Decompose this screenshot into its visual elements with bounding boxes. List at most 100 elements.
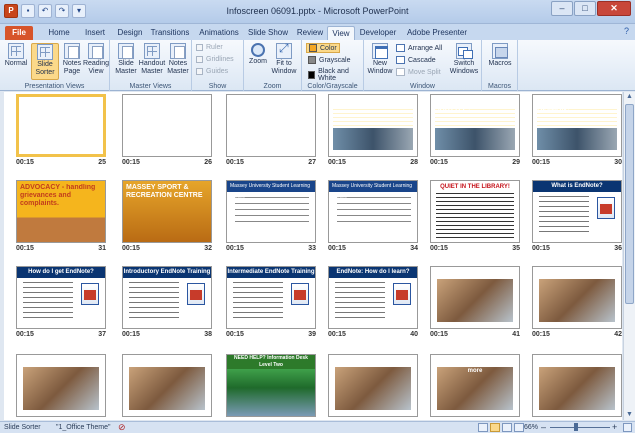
close-button[interactable]: ✕ (597, 1, 631, 16)
group-label: Show (208, 83, 227, 90)
arrange-all-button[interactable]: Arrange All (396, 44, 442, 52)
new-window-button[interactable]: New Window (366, 43, 394, 76)
slide-thumbnail[interactable]: Landing, Level One 00:15 41 (430, 266, 520, 340)
slide-timing: 00:15 (532, 159, 550, 166)
tab-design[interactable]: Design (114, 26, 146, 40)
slide-title: Massey University Student Learning Centr… (329, 181, 417, 200)
zoom-slider[interactable] (550, 427, 610, 428)
view-shortcuts (478, 423, 524, 432)
slide-thumbnail[interactable]: How do I get EndNote? 00:15 37 (16, 266, 106, 340)
zoom-button[interactable]: Zoom (244, 43, 272, 66)
slide-sorter-pane[interactable]: Information Commons Service Library 00:15… (4, 92, 622, 420)
tab-review[interactable]: Review (294, 26, 326, 40)
tab-developer[interactable]: Developer (358, 26, 398, 40)
grayscale-option[interactable]: Grayscale (306, 56, 353, 64)
cascade-button[interactable]: Cascade (396, 56, 436, 64)
tab-animations[interactable]: Animations (196, 26, 242, 40)
slide-title: What is EndNote? (533, 181, 621, 192)
slide-thumbnail[interactable]: New Zealand & Pacific Collections (122, 354, 212, 417)
handout-master-button[interactable]: Handout Master (138, 43, 166, 76)
slide-thumbnail[interactable]: Quiet Study Space Level 3 & 4 (532, 354, 622, 417)
slide-title: Information Commons Service Library (127, 139, 211, 145)
endnote-logo-icon (81, 283, 99, 305)
guides-checkbox[interactable]: Guides (196, 68, 228, 75)
reading-view-button[interactable]: Reading View (82, 43, 110, 76)
slide-thumbnail[interactable]: What is EndNote? 00:15 36 (532, 180, 622, 254)
maximize-button[interactable]: □ (574, 1, 596, 16)
fit-slide-icon[interactable] (623, 423, 632, 432)
tab-slide-show[interactable]: Slide Show (245, 26, 291, 40)
scroll-down-icon[interactable]: ▼ (624, 410, 635, 420)
slide-sorter-shortcut-icon[interactable] (490, 423, 500, 432)
slide-preview: Group Study Spaces Level 2 (328, 354, 418, 417)
slide-thumbnail[interactable]: NEED TO BOOK A SHUTTLE? 00:15 29 (430, 94, 520, 168)
slide-number: 30 (614, 159, 622, 166)
minimize-button[interactable]: – (551, 1, 573, 16)
slide-thumbnail[interactable]: Information Commons Service Library 00:15… (226, 94, 316, 168)
slide-timing: 00:15 (430, 331, 448, 338)
scroll-up-icon[interactable]: ▲ (624, 92, 635, 102)
normal-view-shortcut-icon[interactable] (478, 423, 488, 432)
slide-thumbnail[interactable]: Massey University Student Learning Centr… (328, 180, 418, 254)
slide-thumbnail[interactable]: Introductory EndNote Training 00:15 38 (122, 266, 212, 340)
zoom-group: Zoom Fit to Window Zoom (244, 40, 302, 91)
ruler-checkbox[interactable]: Ruler (196, 44, 223, 51)
slide-thumbnail[interactable]: NEED HELP? Information Desk Level Two (226, 354, 316, 417)
slide-show-shortcut-icon[interactable] (514, 423, 524, 432)
slide-master-button[interactable]: Slide Master (112, 43, 140, 76)
slide-thumbnail[interactable]: QUIET IN THE LIBRARY! 00:15 35 (430, 180, 520, 254)
slide-number: 34 (410, 245, 418, 252)
black-and-white-option[interactable]: Black and White (306, 68, 363, 82)
slide-preview: WHAT'S YOUR OPINION? (532, 94, 622, 157)
slide-number: 27 (308, 159, 316, 166)
switch-windows-button[interactable]: Switch Windows (448, 43, 480, 76)
color-option[interactable]: Color (306, 43, 340, 53)
tab-view[interactable]: View (327, 26, 355, 40)
slide-thumbnail[interactable]: Group Study Spaces Level 2 (328, 354, 418, 417)
slide-thumbnail[interactable]: Quiet Study Space Level 4 (16, 354, 106, 417)
notes-master-button[interactable]: Notes Master (164, 43, 192, 76)
zoom-out-icon[interactable]: – (541, 422, 546, 433)
slide-thumbnail[interactable]: Information Commons Service Library 00:15… (16, 94, 106, 168)
scroll-thumb[interactable] (625, 104, 634, 304)
help-icon[interactable]: ? (624, 26, 629, 36)
slide-thumbnail[interactable]: Massey University Student Learning Centr… (226, 180, 316, 254)
slide-thumbnail[interactable]: MASSEY SPORT & RECREATION CENTRE 00:15 32 (122, 180, 212, 254)
slide-number: 39 (308, 331, 316, 338)
spelling-check-icon[interactable]: ⊘ (118, 423, 126, 432)
slide-body-text (335, 282, 385, 318)
slide-thumbnail[interactable]: Movies, Music, Documentaries, TV series … (430, 354, 520, 417)
reading-view-shortcut-icon[interactable] (502, 423, 512, 432)
tab-transitions[interactable]: Transitions (148, 26, 192, 40)
vertical-scrollbar[interactable]: ▲ ▼ (623, 92, 635, 420)
slide-timing: 00:15 (16, 159, 34, 166)
slide-thumbnail[interactable]: Library Cafe, Level 2 00:15 42 (532, 266, 622, 340)
tab-insert[interactable]: Insert (80, 26, 110, 40)
zoom-in-icon[interactable]: + (612, 422, 617, 433)
slide-sorter-button[interactable]: Slide Sorter (31, 43, 59, 80)
zoom-slider-handle[interactable] (574, 423, 578, 431)
macros-button[interactable]: Macros (486, 43, 514, 68)
normal-view-button[interactable]: Normal (2, 43, 30, 68)
zoom-level[interactable]: 66% (524, 422, 538, 433)
slide-thumbnail[interactable]: ADVOCACY - handling grievances and compl… (16, 180, 106, 254)
slide-body-text (233, 282, 283, 318)
slide-number: 36 (614, 245, 622, 252)
fit-to-window-button[interactable]: Fit to Window (270, 43, 298, 76)
master-views-group: Slide Master Handout Master Notes Master… (110, 40, 192, 91)
slide-photo (539, 279, 615, 322)
tab-home[interactable]: Home (44, 26, 74, 40)
slide-thumbnail[interactable]: WHAT'S YOUR OPINION? 00:15 30 (532, 94, 622, 168)
slide-thumbnail[interactable]: Information Commons Service Library 00:15… (122, 94, 212, 168)
gridlines-checkbox[interactable]: Gridlines (196, 56, 234, 63)
slide-thumbnail[interactable]: Intermediate EndNote Training 00:15 39 (226, 266, 316, 340)
slide-preview: NEED HELP? Information Desk Level Two (226, 354, 316, 417)
move-split-button[interactable]: Move Split (396, 68, 441, 76)
slide-thumbnail[interactable]: NEED HELP? 00:15 28 (328, 94, 418, 168)
slide-thumbnail[interactable]: EndNote: How do I learn? 00:15 40 (328, 266, 418, 340)
slide-title: Information Commons Service Library (23, 141, 103, 147)
tab-adobe-presenter[interactable]: Adobe Presenter (406, 26, 468, 40)
tab-file[interactable]: File (5, 26, 33, 40)
color-swatch-icon (309, 44, 317, 52)
slide-preview: ADVOCACY - handling grievances and compl… (16, 180, 106, 243)
